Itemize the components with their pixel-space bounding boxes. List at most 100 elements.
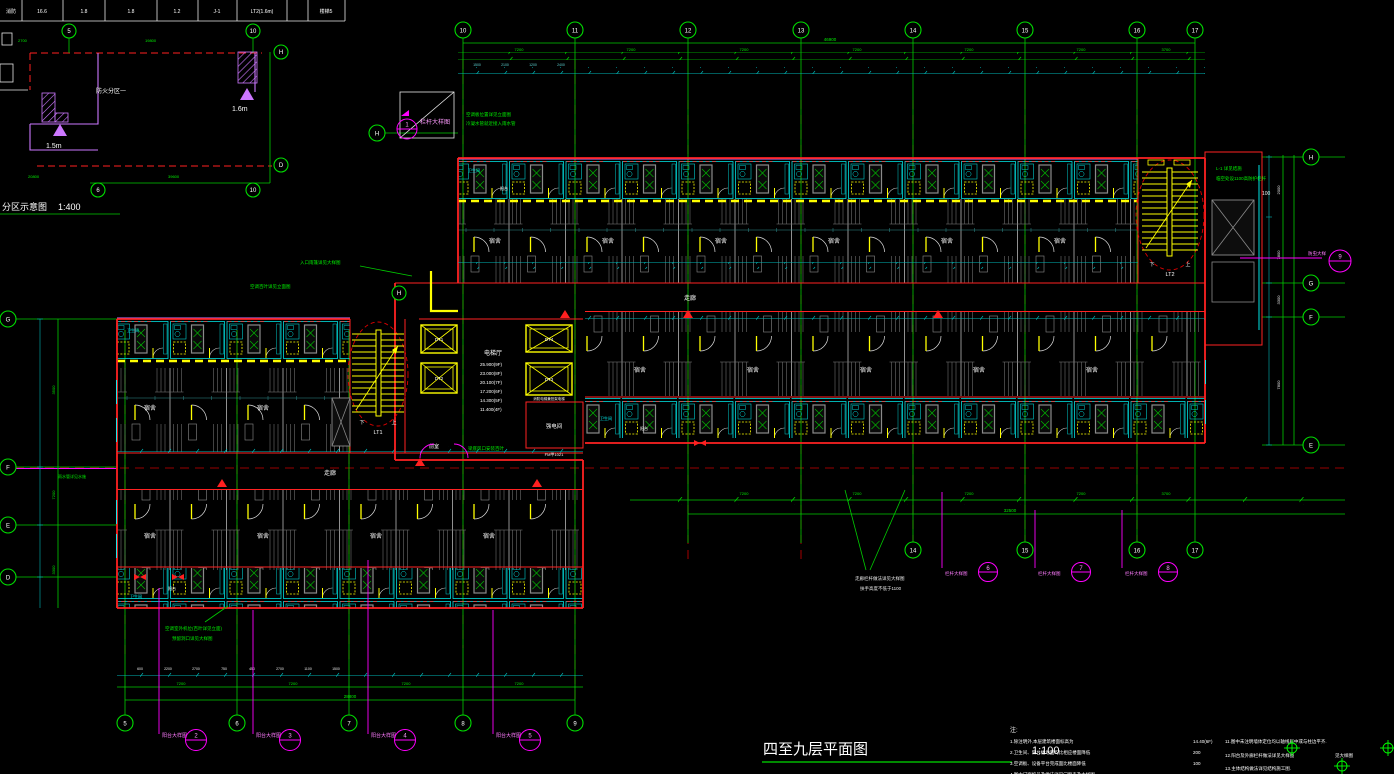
dim-south: 72007200 72007200 3700 32500: [630, 491, 1345, 514]
svg-text:栏杆大样图: 栏杆大样图: [1038, 570, 1061, 577]
svg-text:450: 450: [249, 667, 255, 671]
elevator-dt4: DT4: [526, 325, 572, 352]
svg-text:2400: 2400: [557, 63, 565, 67]
schedule-cell: 楼梯5: [320, 8, 333, 15]
elevator-dt2: DT2: [421, 363, 457, 393]
evac-width-arrow: [53, 124, 67, 136]
evac-width-arrow: [240, 88, 254, 100]
dim-right: 2000 7800 3300 7800: [1266, 155, 1294, 445]
north-strip: [117, 319, 350, 359]
room-label: 宿舍: [634, 366, 646, 374]
annotation: 预留洞口详见大样图: [172, 635, 213, 642]
svg-text:E: E: [6, 524, 10, 530]
bath-label: 卫生间: [127, 327, 139, 333]
svg-text:17: 17: [1192, 29, 1199, 35]
svg-text:H: H: [375, 132, 379, 138]
svg-text:2200: 2200: [164, 667, 172, 671]
svg-text:600: 600: [137, 667, 143, 671]
note-value: 14.40(6F): [1193, 739, 1213, 744]
stair-id: LT1: [373, 430, 382, 436]
svg-text:1100: 1100: [304, 667, 312, 671]
svg-text:3300: 3300: [51, 565, 56, 575]
corridor-label: 走廊: [324, 469, 336, 477]
svg-text:9: 9: [1338, 255, 1342, 261]
annotation: 走廊栏杆做法详见大样图: [855, 575, 905, 582]
site-dim: 19800: [145, 38, 157, 43]
svg-text:1500: 1500: [332, 667, 340, 671]
svg-text:D: D: [279, 163, 284, 169]
svg-text:2700: 2700: [192, 667, 200, 671]
svg-text:1500: 1500: [473, 63, 481, 67]
svg-text:4: 4: [403, 734, 407, 740]
north-symbol: [1334, 758, 1350, 774]
svg-text:E: E: [1309, 444, 1313, 450]
svg-text:7800: 7800: [1276, 380, 1281, 390]
room-label: 宿舍: [144, 532, 156, 540]
svg-text:3: 3: [288, 734, 292, 740]
north-symbol: [1380, 740, 1394, 756]
annotation: 冷凝水管就近接入雨水管: [466, 120, 516, 127]
room-label: 宿舍: [715, 237, 727, 245]
svg-text:栏杆大样图: 栏杆大样图: [945, 570, 968, 577]
dim-top: 46900 72007200 72007200 72007200 3700 15…: [458, 37, 1205, 74]
svg-text:20.100(7F): 20.100(7F): [480, 380, 503, 385]
svg-text:10: 10: [250, 29, 257, 35]
svg-text:2000: 2000: [1276, 185, 1281, 195]
note-line: 12.阳台及外廊栏杆做法详见大样图: [1225, 752, 1295, 759]
svg-text:7200: 7200: [402, 681, 412, 686]
svg-text:10: 10: [250, 188, 257, 194]
svg-text:防虫大样: 防虫大样: [1308, 250, 1326, 257]
cad-viewport[interactable]: 消防 16.6 1.8 1.8 1.2 J-1 LT2(1.6m) 楼梯5 1.…: [0, 0, 1394, 774]
site-key-plan: 1.6m 1.5m 防火分区一 2700 19800 20800 39600 5…: [0, 24, 288, 214]
detail-marker-mid: 栏杆大样图 7: [1035, 510, 1091, 582]
elevator-dt3: DT3 消防电梯兼担架电梯: [526, 363, 572, 401]
svg-text:7200: 7200: [627, 47, 637, 52]
svg-text:7: 7: [1079, 566, 1083, 572]
note-line: 13.主体结构做法详见结构施工图.: [1225, 765, 1291, 772]
site-caption: 分区示意图: [2, 201, 47, 212]
balcony-label: 阳台: [168, 585, 176, 591]
detail-marker-mid: 栏杆大样图 6: [942, 492, 998, 582]
room-label: 宿舍: [828, 237, 840, 245]
svg-text:G: G: [1309, 282, 1314, 288]
stair-up-label: 上: [391, 419, 396, 426]
annotation: 扶手高度不低于1100: [860, 585, 902, 592]
svg-text:1: 1: [405, 123, 409, 129]
north-room-band: [458, 199, 1138, 283]
drawing-title: 四至九层平面图: [763, 741, 868, 758]
site-scale: 1:400: [58, 202, 81, 212]
site-grid-bubble: 10: [246, 183, 260, 197]
site-dim: 20800: [28, 174, 40, 179]
lower-wing: 宿舍 宿舍 宿舍 宿舍 宿舍 宿舍 走廊 卫生间 卫生间 阳台: [117, 318, 583, 608]
svg-text:7200: 7200: [51, 490, 56, 500]
room-label: 宿舍: [257, 532, 269, 540]
stair-id: LT2: [1165, 272, 1174, 278]
dim-left: 3500 7200 3300: [37, 319, 58, 608]
schedule-cell: LT2(1.6m): [251, 9, 274, 15]
annotation: L-1 详见结施: [1216, 165, 1242, 172]
svg-text:11: 11: [572, 29, 579, 35]
note-value: 100: [1193, 761, 1201, 766]
annotation: 雨水管详见水施: [58, 473, 86, 479]
svg-text:17.200(6F): 17.200(6F): [480, 389, 503, 394]
svg-text:14: 14: [910, 549, 917, 555]
svg-text:D: D: [6, 576, 11, 582]
svg-text:13: 13: [798, 29, 805, 35]
svg-text:2: 2: [194, 734, 198, 740]
elevator-id: DT3: [545, 377, 554, 382]
site-grid-bubble: 10: [246, 24, 260, 38]
grid-bubbles-right: H G F E: [1303, 149, 1319, 453]
corridor-label: 走廊: [684, 294, 696, 302]
svg-text:7200: 7200: [1077, 47, 1087, 52]
grid-bubbles-mid: 14 15 16 17: [905, 542, 1203, 558]
svg-text:栏杆大样图: 栏杆大样图: [420, 118, 450, 126]
svg-text:阳台大样图: 阳台大样图: [256, 732, 281, 739]
elec-room-label: 强电间: [546, 422, 563, 430]
room-label: 宿舍: [483, 532, 495, 540]
note-line: 2.卫生间、阳台楼地面均比相应楼面降低: [1010, 749, 1091, 756]
svg-text:8: 8: [1166, 566, 1170, 572]
bath-label: 卫生间: [468, 167, 480, 173]
fire-shutter-hatch: [238, 52, 257, 83]
svg-text:16: 16: [1134, 549, 1141, 555]
cad-canvas[interactable]: 消防 16.6 1.8 1.8 1.2 J-1 LT2(1.6m) 楼梯5 1.…: [0, 0, 1394, 774]
